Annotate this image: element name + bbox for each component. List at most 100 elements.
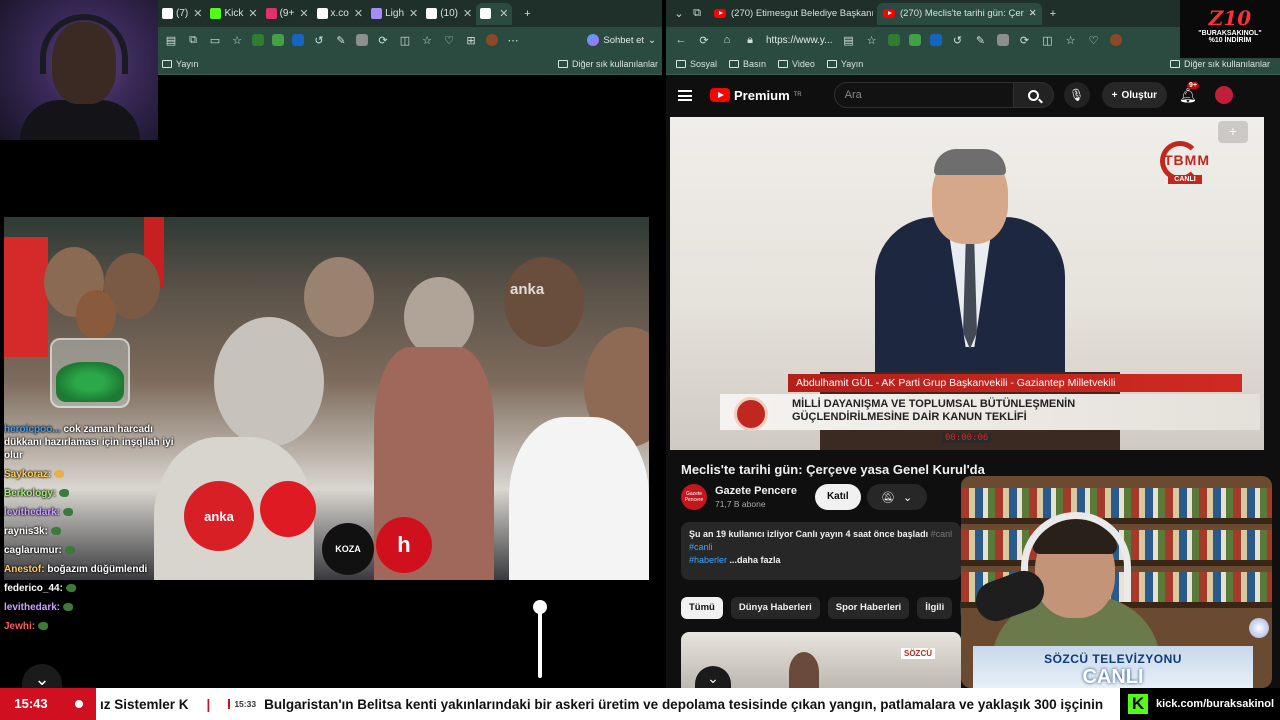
hashtag-link[interactable]: #canli (689, 542, 713, 552)
close-tab-icon[interactable]: ✕ (499, 7, 508, 20)
more-options-icon[interactable]: ⋯ (506, 33, 520, 47)
account-avatar[interactable] (1214, 86, 1233, 104)
chevron-down-icon[interactable]: ⌄ (695, 666, 731, 688)
chat-username[interactable]: levithedark: (4, 602, 60, 613)
filter-chip[interactable]: Tümü (681, 597, 723, 619)
add-to-playlist-icon[interactable]: + (1218, 121, 1248, 143)
favorites-icon[interactable]: ☆ (1064, 33, 1078, 47)
profile-avatar-icon[interactable] (486, 34, 498, 46)
recommended-video-thumbnail[interactable]: ⌄ SÖZCÜ (681, 632, 961, 688)
video-description[interactable]: Şu an 19 kullanıcı izliyor Canlı yayın 4… (681, 522, 961, 580)
extension-icon[interactable] (252, 34, 264, 46)
extension-icon[interactable] (356, 34, 368, 46)
chat-username[interactable]: heroicpoo... (4, 424, 61, 435)
voice-search-button[interactable]: 🎙︎ (1063, 82, 1090, 108)
split-view-icon[interactable]: ◫ (398, 33, 412, 47)
refresh-extension-icon[interactable]: ⟳ (1018, 33, 1032, 47)
volume-slider-handle[interactable] (533, 600, 547, 614)
health-icon[interactable]: ♡ (1087, 33, 1101, 47)
refresh-extension-icon[interactable]: ⟳ (376, 33, 390, 47)
reading-view-icon[interactable]: ▤ (842, 33, 856, 47)
menu-icon[interactable] (678, 89, 692, 101)
extension-icon[interactable]: ✎ (334, 33, 348, 47)
browser-tab[interactable]: Ligh ✕ (367, 3, 422, 25)
url-field[interactable]: https://www.y... (766, 35, 833, 46)
search-button[interactable] (1013, 82, 1054, 108)
close-tab-icon[interactable]: ✕ (1029, 8, 1037, 19)
bookmark-folder[interactable]: Video (778, 59, 815, 69)
browser-tab[interactable]: ✕ (476, 2, 513, 25)
screenshot-icon[interactable]: ⧉ (186, 33, 200, 47)
extension-icon[interactable]: ↺ (951, 33, 965, 47)
chat-username[interactable]: raynis3k: (4, 526, 48, 537)
copilot-chat-button[interactable]: Sohbet et ⌄ (587, 34, 656, 46)
chat-username[interactable]: Jewhi: (4, 621, 35, 632)
chat-username[interactable]: Anestof: (4, 564, 45, 575)
extension-icon[interactable]: ↺ (312, 33, 326, 47)
health-icon[interactable]: ♡ (442, 33, 456, 47)
close-tab-icon[interactable]: ✕ (299, 7, 308, 20)
channel-avatar[interactable]: Gazete Pencere (681, 484, 707, 510)
reading-view-icon[interactable]: ▤ (164, 33, 178, 47)
youtube-premium-logo[interactable]: Premium TR (710, 88, 802, 103)
other-bookmarks[interactable]: Diğer sık kullanılanlar (1169, 59, 1270, 69)
browser-tab[interactable]: (9+ ✕ (262, 3, 313, 25)
browser-tab[interactable]: (7) ✕ (158, 3, 206, 25)
split-view-icon[interactable]: ◫ (1041, 33, 1055, 47)
extension-icon[interactable] (996, 34, 1009, 46)
extension-icon[interactable] (292, 34, 304, 46)
bookmark-folder-yayin[interactable]: Yayın (162, 59, 198, 69)
save-icon[interactable]: ▭ (208, 33, 222, 47)
bookmark-folder[interactable]: Sosyal (676, 59, 717, 69)
browser-tab[interactable]: (10) ✕ (422, 3, 476, 25)
close-tab-icon[interactable]: ✕ (463, 7, 472, 20)
browser-tab[interactable]: Kick ✕ (206, 3, 261, 25)
tab-actions-chevron-icon[interactable]: ⌄ (672, 7, 686, 21)
chat-username[interactable]: Berkology: (4, 488, 56, 499)
bookmark-folder[interactable]: Yayın (826, 59, 863, 69)
show-more-link[interactable]: ...daha fazla (730, 555, 781, 565)
extension-icon[interactable] (887, 34, 900, 46)
bookmark-folder[interactable]: Basın (729, 59, 766, 69)
extension-icon[interactable] (929, 34, 942, 46)
filter-chip[interactable]: Dünya Haberleri (730, 597, 820, 619)
profile-avatar-icon[interactable] (1109, 34, 1122, 46)
refresh-icon[interactable]: ⟳ (697, 33, 711, 47)
hashtag-link[interactable]: #haberler (689, 555, 727, 565)
filter-chip[interactable]: Spor Haberleri (827, 597, 910, 619)
new-tab-icon[interactable]: + (520, 7, 534, 21)
chat-username[interactable]: Saykoraz: (4, 469, 51, 480)
tab-etimesgut[interactable]: (270) Etimesgut Belediye Başkanı İ ✕ (708, 3, 873, 25)
new-tab-icon[interactable]: + (1046, 7, 1060, 21)
extension-icon[interactable] (272, 34, 284, 46)
search-input[interactable]: Ara (833, 82, 1014, 108)
volume-slider-track[interactable] (538, 606, 542, 678)
create-button[interactable]: + Oluştur (1101, 82, 1168, 108)
favorites-icon[interactable]: ☆ (420, 33, 434, 47)
browser-tab[interactable]: x.co ✕ (313, 3, 368, 25)
chat-username[interactable]: caglarumur: (4, 545, 62, 556)
back-icon[interactable]: ← (674, 33, 688, 47)
close-tab-icon[interactable]: ✕ (248, 7, 257, 20)
lock-icon[interactable]: 🔒︎ (743, 33, 757, 47)
favorite-star-icon[interactable]: ☆ (865, 33, 879, 47)
close-tab-icon[interactable]: ✕ (354, 7, 363, 20)
youtube-video-player[interactable]: TBMM CANLI + Abdulhamit GÜL - AK Parti G… (670, 117, 1264, 450)
workspaces-icon[interactable]: ⧉ (690, 7, 704, 21)
extension-icon[interactable]: ✎ (974, 33, 988, 47)
subscription-bell-button[interactable]: 🔕︎ ⌄ (866, 484, 927, 510)
filter-chip[interactable]: İlgili (917, 597, 953, 619)
home-icon[interactable]: ⌂ (720, 33, 734, 47)
notifications-button[interactable]: 🔔︎ 9+ (1179, 81, 1200, 104)
close-tab-icon[interactable]: ✕ (193, 7, 202, 20)
other-bookmarks[interactable]: Diğer sık kullanılanlar (557, 59, 658, 69)
chat-username[interactable]: levithedark: (4, 507, 60, 518)
join-button[interactable]: Katıl (814, 484, 861, 510)
channel-name[interactable]: Gazete Pencere (715, 485, 797, 497)
collections-icon[interactable]: ⊞ (464, 33, 478, 47)
favorite-star-icon[interactable]: ☆ (230, 33, 244, 47)
tab-meclis[interactable]: (270) Meclis'te tarihi gün: Çer ✕ (877, 2, 1042, 25)
close-tab-icon[interactable]: ✕ (409, 7, 418, 20)
chat-username[interactable]: federico_44: (4, 583, 63, 594)
extension-icon[interactable] (908, 34, 921, 46)
